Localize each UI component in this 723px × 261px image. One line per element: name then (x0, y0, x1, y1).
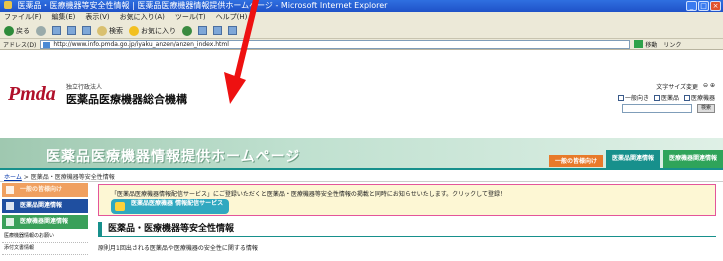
home-icon[interactable] (82, 26, 91, 35)
category-tabs: 一般の皆様向け 医薬品関連情報 医療機器関連情報 (548, 150, 723, 168)
url-input[interactable]: http://www.info.pmda.go.jp/iyaku_anzen/a… (40, 39, 631, 49)
checkbox-icon (653, 95, 660, 101)
history-icon[interactable] (182, 25, 192, 36)
ie-icon (4, 1, 12, 9)
back-button[interactable]: 戻る (4, 25, 30, 36)
sidebar-item-drug-info[interactable]: 医薬品関連情報 (2, 199, 88, 213)
org-name: 医薬品医療機器総合機構 (66, 93, 187, 106)
breadcrumb-home[interactable]: ホーム (4, 174, 22, 181)
menu-view[interactable]: 表示(V) (85, 12, 109, 23)
checkbox-icon (617, 95, 624, 101)
font-size-toggle-icon[interactable]: ⊖ ⊕ (703, 82, 715, 91)
banner-title: 医薬品医療機器情報提供ホームページ (46, 149, 301, 165)
breadcrumb: ホーム > 医薬品・医療機器等安全性情報 (4, 174, 115, 181)
pill-icon (6, 202, 14, 210)
page-description: 原則月1回出される医薬品や医療機器の安全性に関する情報 (98, 245, 258, 252)
go-button[interactable]: 移動 (634, 40, 657, 49)
site-search-button[interactable]: 検索 (696, 104, 715, 113)
sidebar-link-package-insert[interactable]: 添付文書情報 (2, 243, 88, 255)
address-bar: アドレス(D) http://www.info.pmda.go.jp/iyaku… (0, 39, 723, 50)
check-devices[interactable]: 医療機器 (683, 93, 715, 102)
page-title: 医薬品・医療機器等安全性情報 (98, 222, 716, 237)
maximize-button[interactable]: □ (698, 1, 709, 11)
star-icon (129, 25, 139, 36)
menu-help[interactable]: ヘルプ(H) (216, 12, 248, 23)
forward-arrow-icon[interactable] (36, 25, 46, 36)
window-title: 医薬品・医療機器等安全性情報 | 医薬品医療機器情報提供ホームページ - Mic… (17, 1, 388, 10)
stop-icon[interactable] (52, 26, 61, 35)
pmda-logo[interactable]: Pmda (8, 83, 56, 106)
menu-file[interactable]: ファイル(F) (4, 12, 42, 23)
sidebar: 一般の皆様向け 医薬品関連情報 医療機器関連情報 医療機器情報のお願い 添付文書… (2, 183, 88, 255)
window-title-bar: 医薬品・医療機器等安全性情報 | 医薬品医療機器情報提供ホームページ - Mic… (0, 0, 723, 12)
menu-tools[interactable]: ツール(T) (175, 12, 206, 23)
menu-bar: ファイル(F) 編集(E) 表示(V) お気に入り(A) ツール(T) ヘルプ(… (0, 12, 723, 23)
window-controls: _ □ × (686, 1, 721, 11)
sidebar-link-device-request[interactable]: 医療機器情報のお願い (2, 231, 88, 243)
check-drugs[interactable]: 医薬品 (653, 93, 679, 102)
tab-drug-info[interactable]: 医薬品関連情報 (605, 150, 660, 168)
arrow-icon (6, 186, 14, 194)
site-banner: 医薬品医療機器情報提供ホームページ 一般の皆様向け 医薬品関連情報 医療機器関連… (0, 138, 723, 168)
favorites-button[interactable]: お気に入り (129, 25, 176, 36)
divider (0, 181, 723, 182)
menu-edit[interactable]: 編集(E) (52, 12, 76, 23)
font-size-label: 文字サイズ変更 (656, 84, 699, 91)
header-utilities: 文字サイズ変更 ⊖ ⊕ 一般向き 医薬品 医療機器 検索 (617, 82, 715, 115)
menu-favorites[interactable]: お気に入り(A) (120, 12, 165, 23)
banner-divider (0, 168, 723, 170)
org-name-block: 独立行政法人 医薬品医療機器総合機構 (66, 82, 187, 107)
notice-text: 「医薬品医療機器情報配信サービス」にご登録いただくと医薬品・医療機器等安全性情報… (111, 191, 506, 198)
back-arrow-icon (4, 25, 14, 36)
go-arrow-icon (634, 40, 644, 48)
minimize-button[interactable]: _ (686, 1, 697, 11)
subscription-notice[interactable]: 「医薬品医療機器情報配信サービス」にご登録いただくと医薬品・医療機器等安全性情報… (98, 184, 716, 216)
close-button[interactable]: × (710, 1, 721, 11)
tab-general-public[interactable]: 一般の皆様向け (548, 155, 603, 167)
search-button[interactable]: 検索 (97, 25, 123, 36)
info-service-badge[interactable]: 医薬品医療機器 情報配信サービス (111, 199, 229, 214)
checkbox-icon (683, 95, 690, 101)
sidebar-item-device-info[interactable]: 医療機器関連情報 (2, 215, 88, 229)
breadcrumb-current: 医薬品・医療機器等安全性情報 (30, 174, 115, 181)
sidebar-item-general-public[interactable]: 一般の皆様向け (2, 183, 88, 197)
mail-icon[interactable] (198, 26, 207, 35)
org-subtitle: 独立行政法人 (66, 84, 103, 91)
address-label: アドレス(D) (3, 41, 37, 49)
browser-toolbar: 戻る 検索 お気に入り (0, 23, 723, 39)
device-icon (6, 218, 14, 226)
site-search-input[interactable] (621, 104, 692, 113)
check-general[interactable]: 一般向き (617, 93, 649, 102)
tab-device-info[interactable]: 医療機器関連情報 (662, 150, 723, 168)
search-icon (97, 25, 107, 36)
folder-icon[interactable] (228, 26, 237, 35)
refresh-icon[interactable] (67, 26, 76, 35)
links-label[interactable]: リンク (663, 40, 681, 49)
print-icon[interactable] (213, 26, 222, 35)
